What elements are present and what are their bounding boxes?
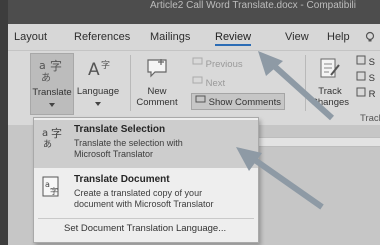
translate-document-desc-1: Create a translated copy of your [74, 188, 203, 198]
show-comments-button[interactable]: Show Comments [191, 93, 285, 110]
tab-references[interactable]: References [74, 31, 130, 43]
show-comments-label: Show Comments [208, 97, 281, 108]
reviewing-pane-icon [356, 87, 366, 100]
markup-label-2: S [368, 73, 375, 84]
tab-help[interactable]: Help [327, 31, 350, 43]
svg-text:字: 字 [101, 59, 110, 71]
track-changes-label-1: Track [318, 86, 342, 97]
translate-selection-item[interactable]: a 字 あ Translate Selection Translate the … [34, 120, 258, 168]
translate-document-title: Translate Document [74, 174, 170, 185]
title-bar: Article2 Call Word Translate.docx - Comp… [0, 0, 380, 24]
translate-menu: a 字 あ Translate Selection Translate the … [33, 117, 259, 243]
window-border [0, 0, 8, 245]
markup-option-1[interactable]: S [356, 55, 375, 68]
reviewing-pane-option[interactable]: R [356, 87, 376, 100]
translate-document-desc-2: document with Microsoft Translator [74, 199, 214, 209]
show-comments-icon [195, 95, 209, 108]
markup-label-1: S [368, 57, 375, 68]
set-translation-language-link[interactable]: Set Document Translation Language... [64, 223, 226, 234]
svg-text:A: A [88, 60, 100, 80]
new-comment-label-1: New [147, 86, 167, 97]
translate-selection-desc-2: Microsoft Translator [74, 149, 154, 159]
next-comment-icon [192, 76, 206, 89]
show-markup-icon [356, 71, 366, 84]
next-label: Next [205, 78, 226, 89]
svg-text:a: a [42, 128, 48, 139]
language-button[interactable]: A 字 Language [76, 53, 120, 113]
menu-separator [38, 218, 254, 219]
chevron-down-icon [32, 99, 72, 110]
markup-icon [356, 55, 366, 68]
translate-selection-desc-1: Translate the selection with [74, 138, 183, 148]
tab-mailings[interactable]: Mailings [150, 31, 190, 43]
ribbon-tab-row: Layout References Mailings Review View H… [8, 24, 380, 50]
svg-text:あ: あ [41, 72, 51, 82]
translate-button[interactable]: a 字 あ Translate [30, 53, 74, 115]
tracking-group-label: Track [360, 113, 380, 124]
tab-view[interactable]: View [285, 31, 309, 43]
next-button[interactable]: Next [192, 76, 225, 89]
translate-label: Translate [32, 87, 72, 98]
svg-text:字: 字 [50, 58, 62, 73]
previous-comment-icon [192, 57, 206, 70]
new-comment-button[interactable]: New Comment [136, 53, 178, 113]
window-title: Article2 Call Word Translate.docx - Comp… [150, 0, 357, 11]
group-separator [305, 55, 306, 111]
translate-selection-title: Translate Selection [74, 124, 166, 135]
svg-text:a: a [39, 59, 46, 72]
svg-text:あ: あ [43, 139, 52, 148]
markup-label-3: R [368, 89, 376, 100]
language-label: Language [76, 86, 120, 97]
language-icon: A 字 [88, 57, 112, 86]
previous-button[interactable]: Previous [192, 57, 243, 70]
lightbulb-icon[interactable] [364, 31, 376, 46]
track-changes-label-2: Changes [310, 97, 350, 108]
tab-review[interactable]: Review [215, 31, 252, 46]
translate-document-icon: a 字 [42, 176, 64, 198]
svg-text:字: 字 [51, 126, 62, 140]
ribbon-review: a 字 あ Translate A 字 Language New Comment… [8, 50, 380, 126]
track-changes-icon [318, 57, 342, 86]
translate-icon: a 字 あ [39, 58, 65, 87]
chevron-down-icon [76, 98, 120, 109]
svg-text:字: 字 [50, 186, 58, 196]
new-comment-label-2: Comment [136, 97, 178, 108]
group-separator [130, 55, 131, 111]
tab-layout[interactable]: Layout [14, 31, 47, 43]
translate-selection-icon: a 字 あ [42, 126, 64, 150]
markup-option-2[interactable]: S [356, 71, 375, 84]
previous-label: Previous [205, 59, 243, 70]
track-changes-button[interactable]: Track Changes [310, 53, 350, 113]
translate-document-item[interactable]: a 字 Translate Document Create a translat… [34, 170, 258, 216]
ruler [255, 137, 380, 147]
new-comment-icon [146, 57, 170, 86]
